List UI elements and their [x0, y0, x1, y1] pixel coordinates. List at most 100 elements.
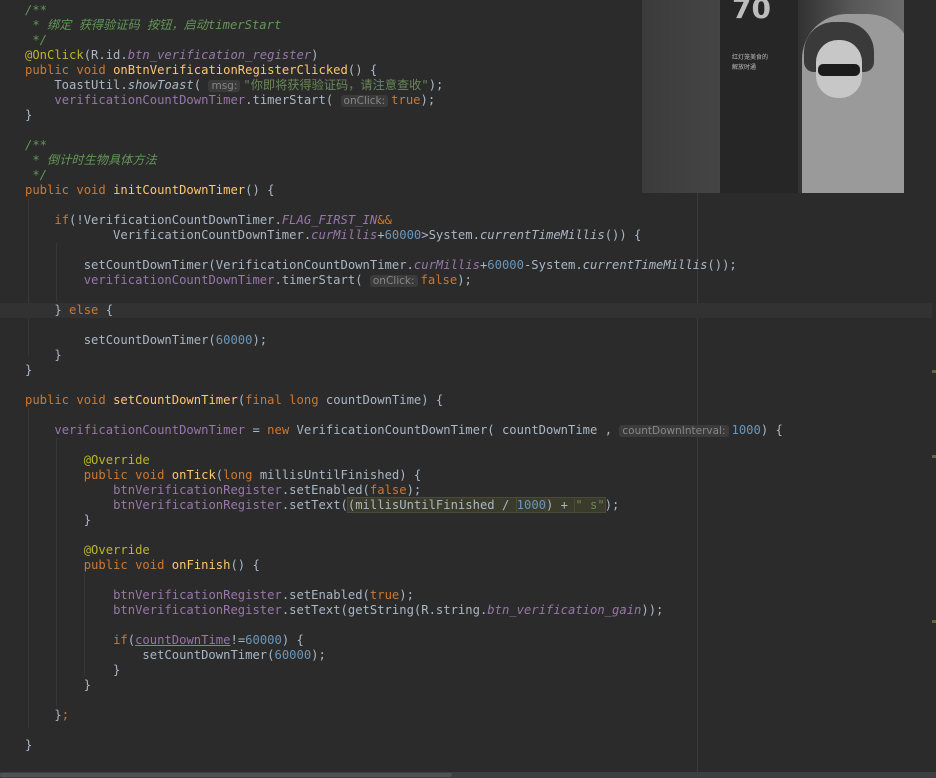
keyword: if — [54, 213, 70, 227]
comment: /** — [25, 138, 48, 152]
static-field: curMillis — [413, 258, 480, 272]
comment: /** — [25, 3, 48, 17]
keyword: long — [223, 468, 260, 482]
code-text: () { — [230, 558, 260, 572]
error-stripe-marker[interactable] — [932, 620, 936, 623]
code-line[interactable]: setCountDownTimer(60000); — [0, 648, 936, 663]
code-line[interactable]: setCountDownTimer(60000); — [0, 333, 936, 348]
number-literal: 60000 — [274, 648, 312, 662]
code-line[interactable]: btnVerificationRegister.setEnabled(true)… — [0, 588, 936, 603]
sunglasses-icon — [818, 64, 860, 76]
error-stripe-marker[interactable] — [932, 370, 936, 373]
keyword: else — [69, 303, 99, 317]
code-line[interactable]: btnVerificationRegister.setText((millisU… — [0, 498, 936, 513]
code-line[interactable]: btnVerificationRegister.setEnabled(false… — [0, 483, 936, 498]
code-line[interactable]: if(countDownTime!=60000) { — [0, 633, 936, 648]
comment: */ — [25, 168, 48, 182]
code-editor[interactable]: /** * 绑定 获得验证码 按钮，启动timerStart */ @OnClic… — [0, 0, 936, 772]
code-text: -System. — [523, 258, 583, 272]
static-field: FLAG_FIRST_IN — [281, 213, 378, 227]
vertical-scrollbar[interactable] — [932, 0, 936, 772]
scrollbar-thumb[interactable] — [0, 773, 452, 777]
code-line[interactable]: @Override — [0, 543, 936, 558]
field-ref: btnVerificationRegister — [113, 603, 282, 617]
code-text: .timerStart( — [274, 273, 370, 287]
code-line[interactable]: if(!VerificationCountDownTimer.FLAG_FIRS… — [0, 213, 936, 228]
field-ref: countDownTime — [135, 633, 231, 647]
code-line[interactable]: public void onFinish() { — [0, 558, 936, 573]
code-line[interactable]: public void setCountDownTimer(final long… — [0, 393, 936, 408]
field-ref: btnVerificationRegister — [113, 483, 282, 497]
method-name: onFinish — [171, 558, 231, 572]
method-name: onTick — [171, 468, 216, 482]
static-field: btn_verification_register — [127, 48, 312, 62]
street-sign: 70 红灯笼美食的 解放时通 — [720, 0, 798, 193]
method-name: initCountDownTimer — [113, 183, 246, 197]
code-line[interactable]: verificationCountDownTimer = new Verific… — [0, 423, 936, 438]
selected-code: ) + — [546, 498, 576, 512]
code-line[interactable]: } else { — [0, 303, 936, 318]
code-text: .setEnabled( — [281, 588, 370, 602]
error-stripe-marker[interactable] — [932, 455, 936, 458]
field-ref: verificationCountDownTimer — [54, 93, 246, 107]
keyword: && — [377, 213, 392, 227]
code-text: } — [25, 738, 33, 752]
code-text: ) { — [760, 423, 783, 437]
number-literal: 60000 — [384, 228, 422, 242]
code-text: } — [25, 708, 62, 722]
annotation: @OnClick — [25, 48, 84, 62]
code-line[interactable]: } — [0, 738, 936, 753]
method-name: onBtnVerificationRegisterClicked — [113, 63, 348, 77]
code-text: } — [25, 108, 33, 122]
code-line[interactable]: btnVerificationRegister.setText(getStrin… — [0, 603, 936, 618]
keyword: if — [113, 633, 128, 647]
code-line[interactable]: }; — [0, 708, 936, 723]
code-line[interactable]: } — [0, 678, 936, 693]
horizontal-scrollbar[interactable] — [0, 772, 936, 778]
code-text: ) — [311, 48, 319, 62]
parameter-hint: msg: — [208, 80, 241, 92]
keyword: final long — [245, 393, 326, 407]
code-text: } — [25, 513, 92, 527]
field-ref: verificationCountDownTimer — [83, 273, 275, 287]
code-line[interactable]: verificationCountDownTimer.timerStart( o… — [0, 273, 936, 288]
code-text: } — [25, 303, 70, 317]
code-line[interactable]: } — [0, 363, 936, 378]
code-text: ); — [252, 333, 268, 347]
code-line[interactable]: public void onTick(long millisUntilFinis… — [0, 468, 936, 483]
code-text: } — [25, 348, 62, 362]
code-text: { — [98, 303, 114, 317]
code-text: setCountDownTimer(VerificationCountDownT… — [25, 258, 414, 272]
code-line[interactable]: setCountDownTimer(VerificationCountDownT… — [0, 258, 936, 273]
code-text: ); — [399, 588, 414, 602]
code-text: } — [25, 363, 33, 377]
code-text: ); — [406, 483, 422, 497]
code-text: ); — [457, 273, 472, 287]
number-literal: 60000 — [245, 633, 282, 647]
code-line[interactable]: } — [0, 513, 936, 528]
static-field: btn_verification_gain — [487, 603, 642, 617]
comment: * 绑定 获得验证码 按钮，启动timerStart — [25, 18, 282, 32]
field-ref: btnVerificationRegister — [113, 498, 282, 512]
code-text: ( — [193, 78, 209, 92]
code-line[interactable]: VerificationCountDownTimer.curMillis+600… — [0, 228, 936, 243]
code-line[interactable]: @Override — [0, 453, 936, 468]
code-text: () { — [245, 183, 275, 197]
keyword: public void — [25, 183, 114, 197]
code-text: )); — [641, 603, 664, 617]
code-text: setCountDownTimer( — [25, 648, 275, 662]
keyword: true — [369, 588, 400, 602]
code-text: () { — [347, 63, 378, 77]
code-line[interactable]: } — [0, 663, 936, 678]
code-text: + — [377, 228, 385, 242]
code-line[interactable]: } — [0, 348, 936, 363]
code-text: .setText(getString(R.string. — [281, 603, 488, 617]
field-ref: verificationCountDownTimer — [54, 423, 246, 437]
